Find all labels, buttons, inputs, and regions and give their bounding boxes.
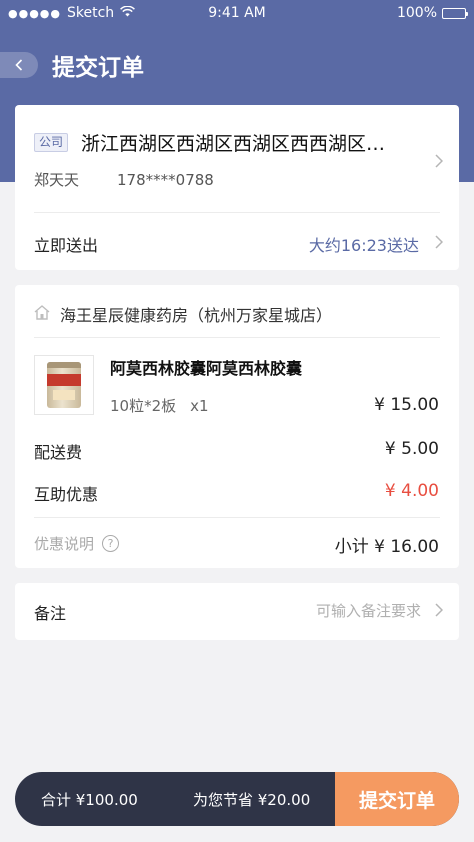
product-price: ¥ 15.00	[374, 395, 439, 415]
back-button[interactable]	[0, 52, 38, 78]
medicine-can-icon	[47, 362, 81, 408]
product-qty: x1	[190, 397, 209, 415]
contact-info: 郑天天 178****0788	[34, 169, 214, 190]
battery-icon	[442, 7, 468, 19]
submit-order-button[interactable]: 提交订单	[335, 772, 459, 826]
status-right: 100%	[396, 5, 468, 21]
can-label	[53, 390, 75, 400]
discount-label: 互助优惠	[34, 485, 99, 504]
promo-info[interactable]: 优惠说明 ?	[34, 533, 120, 554]
delivery-eta[interactable]: 大约16:23送达	[309, 232, 419, 256]
battery-percent: 100%	[396, 5, 437, 21]
store-home-icon	[34, 305, 50, 324]
product-spec-text: 10粒*2板	[110, 397, 177, 415]
address-card: 公司 浙江西湖区西湖区西湖区西西湖区… 郑天天 178****0788 立即送出 …	[15, 105, 459, 270]
can-band	[47, 374, 81, 386]
chevron-right-icon[interactable]	[435, 234, 444, 253]
page-title: 提交订单	[52, 55, 144, 81]
divider	[34, 337, 440, 338]
checkout-bar: 合计 ¥100.00 为您节省 ¥20.00 提交订单	[15, 772, 459, 826]
chevron-left-icon	[15, 59, 23, 71]
contact-phone: 178****0788	[117, 171, 214, 189]
chevron-right-icon[interactable]	[435, 602, 444, 621]
remark-card: 备注	[15, 583, 459, 640]
contact-name: 郑天天	[34, 171, 80, 189]
saved-amount: 为您节省 ¥20.00	[193, 791, 311, 809]
remark-label: 备注	[34, 604, 67, 623]
address-text[interactable]: 浙江西湖区西湖区西湖区西西湖区…	[81, 129, 411, 156]
product-image[interactable]	[34, 355, 94, 415]
question-icon[interactable]: ?	[102, 535, 120, 552]
subtotal: 小计 ¥ 16.00	[334, 537, 439, 557]
store-name: 海王星辰健康药房（杭州万家星城店）	[60, 306, 333, 325]
status-bar: ●●●●● Sketch 9:41 AM 100%	[0, 0, 474, 26]
remark-input[interactable]	[231, 596, 421, 626]
delivery-fee-label: 配送费	[34, 443, 83, 462]
promo-label: 优惠说明	[34, 535, 95, 553]
delivery-fee-value: ¥ 5.00	[384, 439, 439, 459]
discount-value: ¥ 4.00	[384, 481, 439, 501]
address-tag: 公司	[34, 133, 69, 152]
product-name[interactable]: 阿莫西林胶囊阿莫西林胶囊	[110, 355, 302, 379]
can-lid	[47, 362, 81, 368]
chevron-right-icon[interactable]	[435, 153, 444, 172]
delivery-label: 立即送出	[34, 236, 99, 255]
divider	[34, 212, 440, 213]
product-spec: 10粒*2板 x1	[110, 395, 209, 416]
order-total: 合计 ¥100.00	[41, 791, 138, 809]
order-card: 海王星辰健康药房（杭州万家星城店） 阿莫西林胶囊阿莫西林胶囊 10粒*2板 x1 …	[15, 285, 459, 568]
divider	[34, 517, 440, 518]
